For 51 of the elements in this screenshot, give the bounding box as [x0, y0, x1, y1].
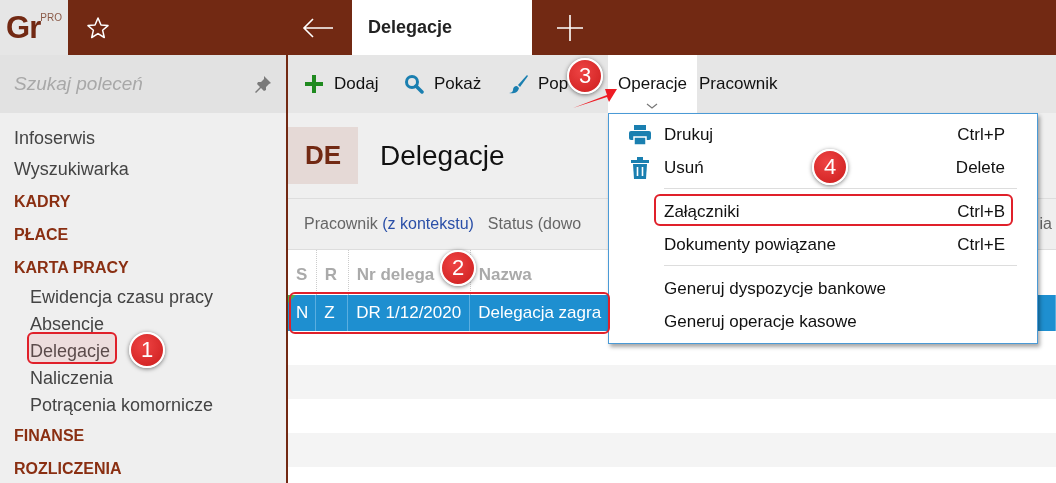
- shortcut-label: Ctrl+P: [957, 124, 1005, 145]
- search-field[interactable]: Szukaj poleceń: [0, 55, 286, 113]
- table-cell: Delegacja zagra: [478, 303, 602, 322]
- sidebar-item[interactable]: Delegacje: [30, 338, 111, 365]
- chevron-icon: [646, 103, 659, 110]
- module-badge: DE: [288, 127, 358, 184]
- search-icon: [404, 74, 424, 94]
- section-heading[interactable]: KADRY: [14, 185, 71, 218]
- plus-icon: [304, 74, 324, 94]
- toolbar-button[interactable]: Pokaż: [402, 55, 506, 113]
- shortcut-label: Ctrl+E: [957, 234, 1005, 255]
- table-cell: DR 1/12/2020: [356, 303, 462, 322]
- sidebar-item[interactable]: Ewidencja czasu pracy: [30, 284, 214, 311]
- sidebar-item[interactable]: Infoserwis: [14, 123, 96, 154]
- section-heading[interactable]: ROZLICZENIA: [14, 452, 122, 483]
- printer-icon: [628, 124, 651, 145]
- menu-button[interactable]: Operacje: [608, 55, 697, 113]
- menu-button[interactable]: Pracownik: [697, 55, 788, 113]
- pin-icon[interactable]: [254, 75, 272, 93]
- sidebar-item[interactable]: Wyszukiwarka: [14, 154, 129, 185]
- tab[interactable]: Delegacje: [352, 0, 532, 55]
- pointer-arrow: [573, 86, 617, 110]
- back-arrow-icon[interactable]: [302, 17, 335, 38]
- shortcut-label: Delete: [955, 157, 1005, 178]
- logo-text: Gr: [6, 9, 41, 46]
- menu-item[interactable]: Usuń: [664, 157, 704, 178]
- section-heading[interactable]: FINANSE: [14, 419, 85, 452]
- menu-item[interactable]: Drukuj: [664, 124, 714, 145]
- sidebar-item[interactable]: Naliczenia: [30, 365, 114, 392]
- status-marker-icon: [288, 295, 296, 303]
- sidebar-item[interactable]: Absencje: [30, 311, 105, 338]
- sidebar-item[interactable]: Potrącenia komornicze: [30, 392, 214, 419]
- menu-item[interactable]: Dokumenty powiązane: [664, 234, 836, 255]
- section-heading[interactable]: KARTA PRACY: [14, 251, 129, 284]
- table-cell: Z: [324, 303, 335, 322]
- section-heading[interactable]: PŁACE: [14, 218, 69, 251]
- edition-label: PRO: [40, 12, 62, 23]
- menu-item[interactable]: Załączniki: [664, 201, 740, 222]
- filter-label[interactable]: Pracownik (z kontekstu): [304, 215, 474, 233]
- star-icon[interactable]: [86, 15, 110, 40]
- menu-item[interactable]: Generuj dyspozycje bankowe: [664, 278, 887, 299]
- brush-icon: [508, 74, 528, 94]
- toolbar-button[interactable]: Dodaj: [302, 55, 402, 113]
- filter-label[interactable]: ia: [1039, 215, 1052, 233]
- add-tab-icon[interactable]: [557, 14, 583, 41]
- page-title: Delegacje: [380, 139, 505, 172]
- table-cell: N: [296, 303, 309, 322]
- menu-item[interactable]: Generuj operacje kasowe: [664, 311, 857, 332]
- filter-label[interactable]: Status (dowo: [487, 215, 582, 233]
- trash-icon: [630, 156, 649, 179]
- shortcut-label: Ctrl+B: [957, 201, 1005, 222]
